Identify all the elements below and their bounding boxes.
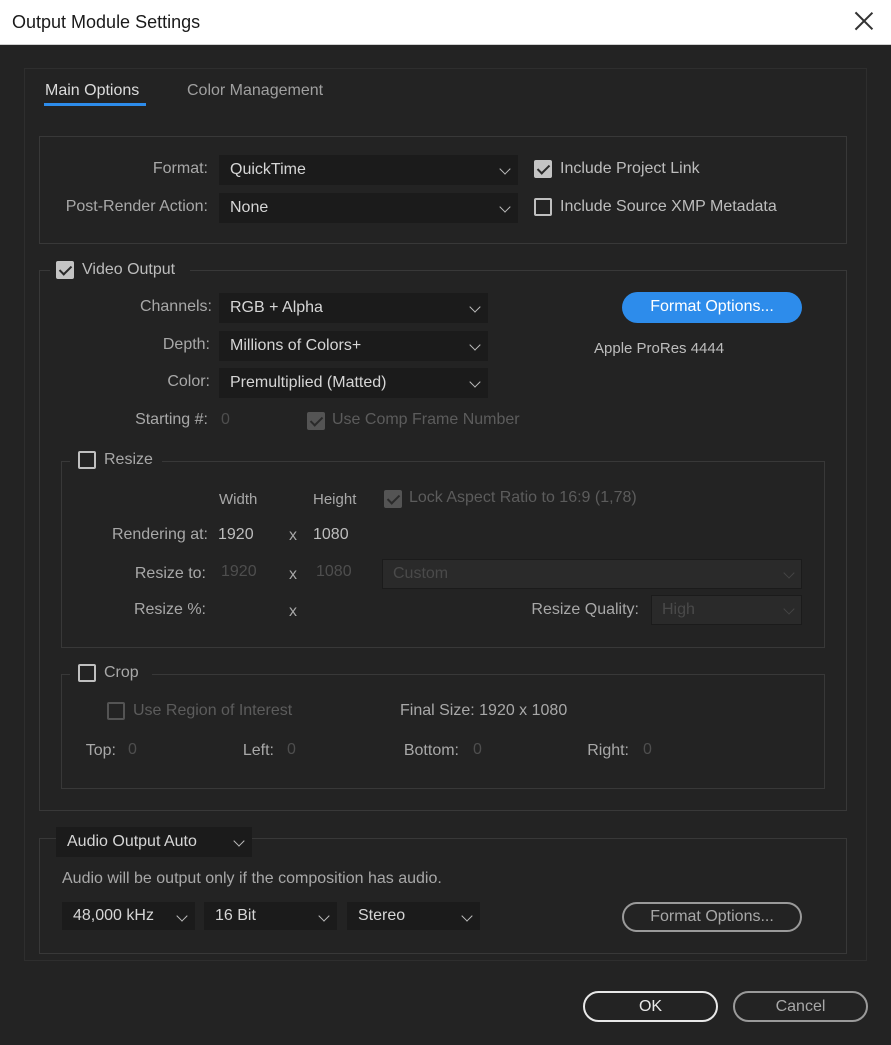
include-xmp-label: Include Source XMP Metadata [560,198,777,215]
crop-top-label: Top: [85,742,116,759]
resize-checkbox[interactable] [78,451,96,469]
crop-top-field: 0 [128,741,137,758]
use-roi-label: Use Region of Interest [133,702,293,719]
sample-rate-dropdown[interactable]: 48,000 kHz [62,902,195,930]
audio-channels-value: Stereo [358,907,406,924]
chevron-down-icon [318,910,330,922]
chevron-down-icon [783,567,795,579]
chevron-down-icon [499,201,511,213]
chevron-down-icon [469,301,481,313]
rendering-width: 1920 [218,526,254,543]
channels-value: RGB + Alpha [230,299,323,316]
post-render-value: None [230,199,269,216]
final-size: Final Size: 1920 x 1080 [400,702,568,719]
post-render-dropdown[interactable]: None [219,193,518,223]
color-dropdown[interactable]: Premultiplied (Matted) [219,368,488,398]
video-format-options-button[interactable]: Format Options... [622,292,802,323]
resize-percent-x: x [289,603,297,620]
audio-format-options-button[interactable]: Format Options... [622,902,802,932]
resize-to-label: Resize to: [134,565,206,582]
resize-quality-dropdown: High [651,595,802,625]
rendering-at-label: Rendering at: [111,526,208,543]
audio-output-mode-dropdown[interactable]: Audio Output Auto [56,827,252,857]
format-panel [39,136,847,244]
crop-bottom-label: Bottom: [403,742,459,759]
color-value: Premultiplied (Matted) [230,374,387,391]
include-project-link-label: Include Project Link [560,160,700,177]
resize-preset-value: Custom [393,565,449,582]
cancel-button[interactable]: Cancel [733,991,868,1022]
resize-quality-label: Resize Quality: [531,601,639,618]
resize-to-width: 1920 [221,563,257,580]
resize-to-height: 1080 [316,563,352,580]
post-render-label: Post-Render Action: [65,198,208,215]
format-value: QuickTime [230,161,306,178]
rendering-height: 1080 [313,526,349,543]
window-title: Output Module Settings [12,12,201,32]
resize-quality-value: High [662,601,695,618]
width-header: Width [219,491,258,508]
resize-preset-dropdown: Custom [382,559,802,589]
resize-percent-label: Resize %: [133,601,206,618]
crop-checkbox[interactable] [78,664,96,682]
resize-to-x: x [289,566,297,583]
crop-right-field: 0 [643,741,652,758]
chevron-down-icon [461,910,473,922]
bit-depth-value: 16 Bit [215,907,256,924]
resize-label: Resize [104,451,153,468]
use-roi-checkbox [107,702,125,720]
sample-rate-value: 48,000 kHz [73,907,154,924]
channels-label: Channels: [139,298,212,315]
rendering-x: x [289,527,297,544]
use-comp-frame-label: Use Comp Frame Number [332,411,520,428]
crop-left-label: Left: [242,742,274,759]
audio-note: Audio will be output only if the composi… [62,870,442,887]
chevron-down-icon [176,910,188,922]
crop-panel [61,674,825,789]
include-xmp-checkbox[interactable] [534,198,552,216]
starting-number-label: Starting #: [135,411,208,428]
ok-button[interactable]: OK [583,991,718,1022]
depth-label: Depth: [162,336,210,353]
crop-bottom-field: 0 [473,741,482,758]
crop-label: Crop [104,664,139,681]
video-output-label: Video Output [82,261,176,278]
format-label: Format: [152,160,208,177]
chevron-down-icon [499,163,511,175]
channels-dropdown[interactable]: RGB + Alpha [219,293,488,323]
format-dropdown[interactable]: QuickTime [219,155,518,185]
close-icon[interactable] [853,10,875,32]
active-tab-indicator [44,103,146,106]
use-comp-frame-checkbox [307,412,325,430]
height-header: Height [313,491,357,508]
lock-aspect-checkbox [384,490,402,508]
tab-color-management[interactable]: Color Management [187,82,323,100]
chevron-down-icon [469,376,481,388]
depth-dropdown[interactable]: Millions of Colors+ [219,331,488,361]
tab-main-options[interactable]: Main Options [45,82,139,100]
lock-aspect-label: Lock Aspect Ratio to 16:9 (1,78) [409,489,637,506]
crop-left-field: 0 [287,741,296,758]
starting-number-field: 0 [221,411,230,428]
video-output-checkbox[interactable] [56,261,74,279]
codec-info: Apple ProRes 4444 [594,340,725,357]
audio-output-mode-value: Audio Output Auto [67,833,197,850]
crop-right-label: Right: [587,742,629,759]
include-project-link-checkbox[interactable] [534,160,552,178]
audio-channels-dropdown[interactable]: Stereo [347,902,480,930]
chevron-down-icon [469,339,481,351]
depth-value: Millions of Colors+ [230,337,362,354]
color-label: Color: [167,373,210,390]
chevron-down-icon [783,603,795,615]
chevron-down-icon [233,835,245,847]
bit-depth-dropdown[interactable]: 16 Bit [204,902,337,930]
title-bar: Output Module Settings [0,0,891,45]
